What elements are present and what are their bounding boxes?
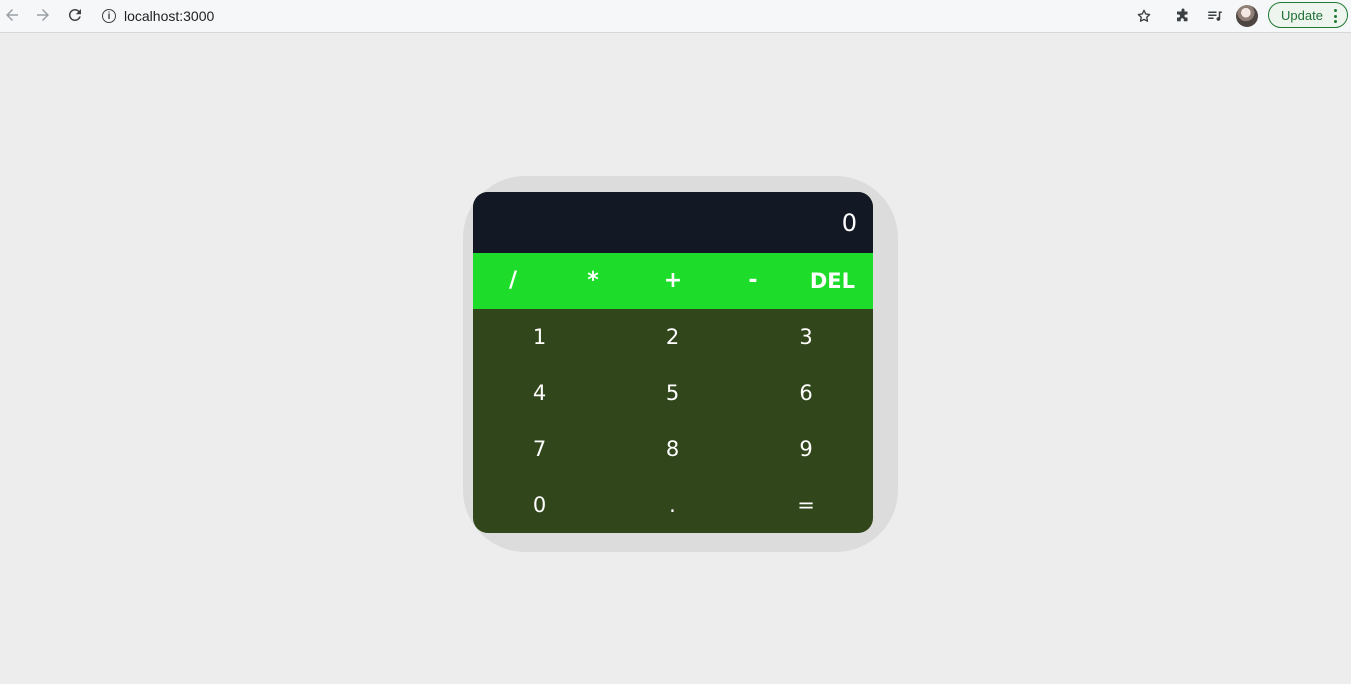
operator-row: / * + - DEL (473, 253, 873, 309)
calculator-display: 0 (473, 192, 873, 253)
puzzle-icon (1177, 8, 1188, 22)
back-button[interactable] (0, 4, 24, 26)
delete-button[interactable]: DEL (793, 253, 873, 309)
forward-button[interactable] (31, 4, 55, 26)
digit-3-button[interactable]: 3 (739, 309, 873, 365)
digit-8-button[interactable]: 8 (606, 421, 739, 477)
reload-button[interactable] (63, 4, 87, 26)
star-button[interactable] (1133, 5, 1155, 27)
digit-0-button[interactable]: 0 (473, 477, 606, 533)
calculator: 0 / * + - DEL 1 2 3 4 5 6 7 8 9 0 . = (473, 192, 873, 533)
media-queue-icon (1208, 11, 1222, 21)
divide-button[interactable]: / (473, 253, 553, 309)
toolbar-actions: Update (1131, 2, 1351, 30)
profile-avatar[interactable] (1236, 5, 1258, 27)
star-icon (1137, 9, 1151, 22)
reload-icon (68, 8, 81, 21)
digit-9-button[interactable]: 9 (739, 421, 873, 477)
address-bar[interactable]: i localhost:3000 (102, 4, 214, 28)
back-arrow-icon (6, 9, 18, 21)
digit-2-button[interactable]: 2 (606, 309, 739, 365)
decimal-button[interactable]: . (606, 477, 739, 533)
digit-grid: 1 2 3 4 5 6 7 8 9 0 . = (473, 309, 873, 533)
kebab-menu-icon (1334, 9, 1337, 23)
info-icon[interactable]: i (102, 9, 116, 23)
digit-5-button[interactable]: 5 (606, 365, 739, 421)
digit-1-button[interactable]: 1 (473, 309, 606, 365)
multiply-button[interactable]: * (553, 253, 633, 309)
browser-toolbar: i localhost:3000 Update (0, 0, 1351, 33)
digit-6-button[interactable]: 6 (739, 365, 873, 421)
extensions-button[interactable] (1172, 5, 1194, 27)
media-button[interactable] (1204, 5, 1226, 27)
add-button[interactable]: + (633, 253, 713, 309)
url-text: localhost:3000 (124, 8, 215, 24)
forward-arrow-icon (37, 9, 49, 21)
update-button[interactable]: Update (1268, 2, 1348, 28)
subtract-button[interactable]: - (713, 253, 793, 309)
display-value: 0 (841, 208, 857, 237)
digit-4-button[interactable]: 4 (473, 365, 606, 421)
digit-7-button[interactable]: 7 (473, 421, 606, 477)
update-label: Update (1281, 7, 1323, 23)
equals-button[interactable]: = (739, 477, 873, 533)
